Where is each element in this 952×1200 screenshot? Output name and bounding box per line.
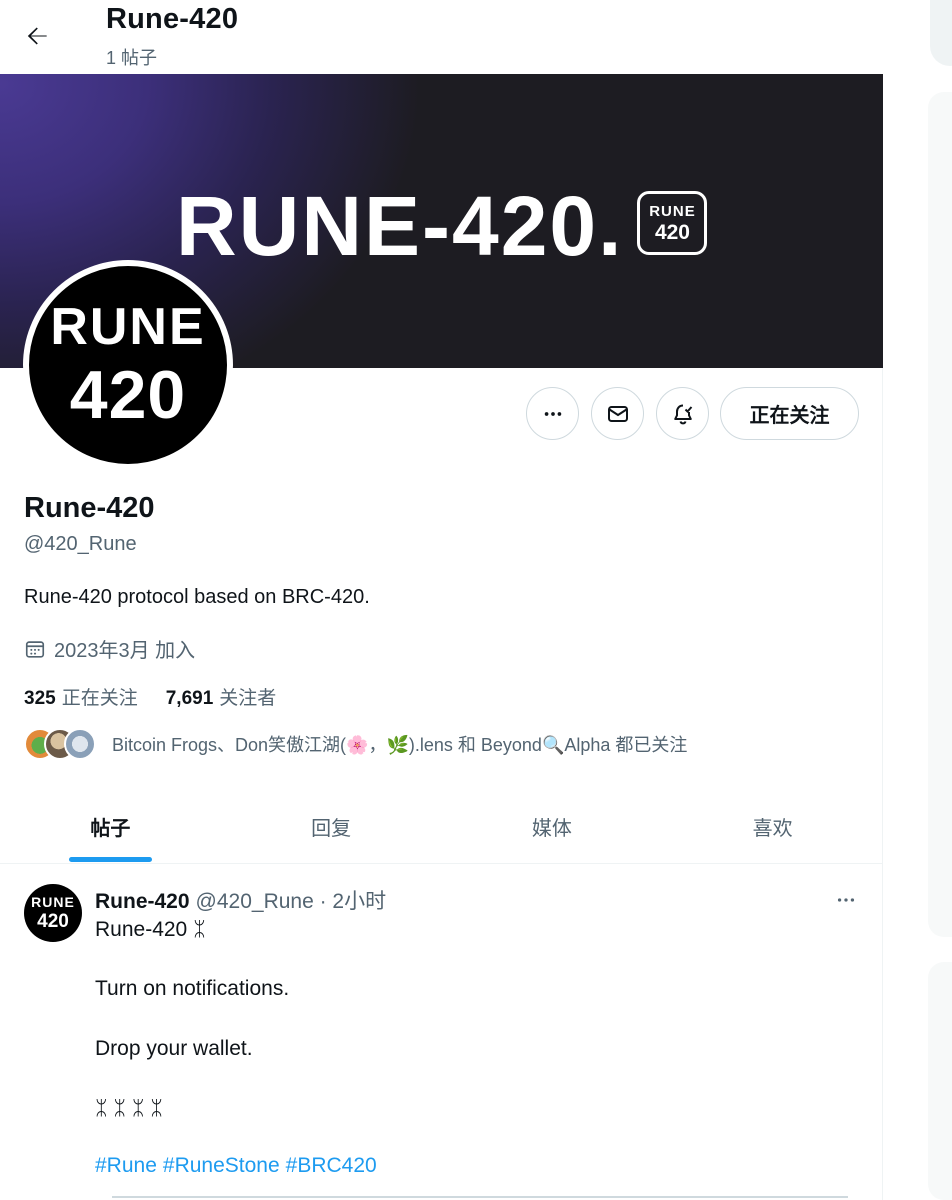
- hashtag-link[interactable]: #Rune: [95, 1154, 157, 1178]
- header-post-count: 1 帖子: [106, 48, 158, 68]
- following-label: 正在关注: [61, 688, 138, 709]
- more-icon: [837, 898, 855, 902]
- banner-badge-top: RUNE: [649, 202, 696, 220]
- banner-text: RUNE-420.: [176, 179, 624, 273]
- post-hashtags: #Rune #RuneStone #BRC420: [95, 1154, 377, 1178]
- tab-posts[interactable]: 帖子: [0, 790, 221, 863]
- banner-badge-bottom: 420: [654, 220, 690, 244]
- profile-handle: @420_Rune: [24, 533, 137, 555]
- known-followers[interactable]: Bitcoin Frogs、Don笑傲江湖(🌸，🌿).lens 和 Beyond…: [24, 726, 687, 762]
- envelope-icon: [607, 405, 628, 422]
- hashtag-link[interactable]: #BRC420: [286, 1154, 377, 1178]
- banner-logo: RUNE-420. RUNE 420: [176, 179, 708, 273]
- post-avatar-line1: RUNE: [31, 894, 75, 910]
- hashtag-link[interactable]: #RuneStone: [163, 1154, 280, 1178]
- known-followers-text: Bitcoin Frogs、Don笑傲江湖(🌸，🌿).lens 和 Beyond…: [112, 735, 688, 755]
- following-count: 325: [24, 688, 56, 709]
- sidebar-card: [928, 92, 952, 937]
- post-avatar-line2: 420: [37, 911, 69, 932]
- header-title: Rune-420: [106, 3, 239, 35]
- profile-tabs: 帖子 回复 媒体 喜欢: [0, 790, 883, 864]
- post-media-preview[interactable]: [112, 1196, 848, 1200]
- avatar-line2: 420: [69, 357, 187, 433]
- followers-stat[interactable]: 7,691 关注者: [166, 683, 277, 710]
- join-date: 2023年3月 加入: [24, 634, 195, 663]
- post-text-line: Drop your wallet.: [95, 1037, 253, 1060]
- message-button[interactable]: [591, 387, 644, 440]
- active-tab-indicator: [69, 857, 152, 862]
- arrow-left-icon: [27, 27, 47, 45]
- avatar-line1: RUNE: [50, 298, 206, 356]
- tab-likes[interactable]: 喜欢: [662, 790, 883, 863]
- post-handle-time[interactable]: @420_Rune · 2小时: [196, 885, 387, 915]
- profile-header: Rune-420 1 帖子: [0, 0, 883, 74]
- more-icon: [544, 411, 561, 416]
- banner-badge: RUNE 420: [637, 191, 708, 255]
- profile-avatar[interactable]: RUNE 420: [23, 260, 233, 470]
- sidebar-card: [928, 962, 952, 1200]
- tab-media[interactable]: 媒体: [442, 790, 663, 863]
- profile-bio: Rune-420 protocol based on BRC-420.: [24, 586, 370, 608]
- join-date-text: 2023年3月 加入: [54, 640, 196, 662]
- more-button[interactable]: [526, 387, 579, 440]
- follower-avatar-3: [64, 728, 96, 760]
- profile-column: Rune-420 1 帖子 RUNE-420. RUNE 420 RUNE 42…: [0, 0, 883, 1200]
- following-button[interactable]: 正在关注: [720, 387, 859, 440]
- notifications-button[interactable]: [656, 387, 709, 440]
- search-box[interactable]: [930, 0, 952, 66]
- tab-replies[interactable]: 回复: [221, 790, 442, 863]
- known-follower-avatars: [24, 726, 100, 762]
- back-button[interactable]: [18, 16, 58, 56]
- post-avatar[interactable]: RUNE 420: [24, 884, 82, 942]
- post-author[interactable]: Rune-420: [95, 890, 190, 914]
- calendar-icon: [25, 640, 45, 658]
- follow-stats: 325 正在关注 7,691 关注者: [24, 683, 276, 710]
- followers-count: 7,691: [165, 688, 214, 709]
- post-text-line: Rune-420 ᛯ: [95, 918, 206, 941]
- post-text-line: Turn on notifications.: [95, 977, 290, 1000]
- bell-icon: [673, 404, 692, 424]
- post-text-line: ᛯ ᛯ ᛯ ᛯ: [95, 1097, 163, 1120]
- followers-label: 关注者: [219, 688, 277, 709]
- post-header: Rune-420 @420_Rune · 2小时: [95, 885, 386, 915]
- post-more-button[interactable]: [826, 882, 866, 918]
- right-sidebar: [884, 0, 952, 1200]
- following-stat[interactable]: 325 正在关注: [24, 683, 138, 710]
- profile-name: Rune-420: [24, 492, 155, 524]
